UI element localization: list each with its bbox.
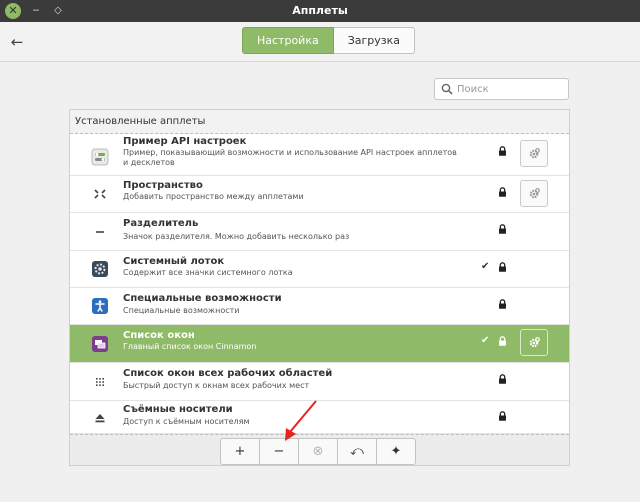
applet-name: Список окон [123,330,195,341]
toolbar-button-group: + − ⊗ ⤺ ✦ [220,438,416,465]
applet-row[interactable]: Список окон всех рабочих областей Быстрый… [70,363,569,401]
applet-name: Специальные возможности [123,293,282,304]
applet-description: Значок разделителя. Можно добавить неско… [123,232,350,241]
applet-row[interactable]: Пространство Добавить пространство между … [70,176,569,213]
add-button[interactable]: + [220,438,260,465]
applet-description: Содержит все значки системного лотка [123,268,293,277]
search-input[interactable] [457,81,565,97]
applet-description: Добавить пространство между апплетами [123,192,304,201]
applet-list: Пример API настроек Пример, показывающий … [70,134,569,434]
lock-icon [499,146,506,156]
applet-name: Пространство [123,180,203,191]
workspace-window-list-icon [96,378,104,386]
applet-row[interactable]: Разделитель Значок разделителя. Можно доб… [70,213,569,251]
lock-icon [499,262,506,272]
section-title: Установленные апплеты [70,110,569,134]
tab-bar: Настройка Загрузка [242,27,416,54]
applet-name: Системный лоток [123,256,225,267]
eject-icon [95,414,105,423]
gear-icon [529,148,540,159]
applet-row[interactable]: Специальные возможности Специальные возмо… [70,288,569,325]
gear-icon [529,188,540,199]
list-toolbar: + − ⊗ ⤺ ✦ [70,434,569,465]
applet-row[interactable]: Список окон Главный список окон Cinnamon ✔ [70,325,569,363]
applets-panel: Установленные апплеты Пример API настрое… [69,109,570,466]
configure-button[interactable] [520,180,548,207]
lock-icon [499,187,506,197]
accessibility-icon [92,298,108,314]
window-title: Апплеты [292,4,348,17]
applet-row[interactable]: Пример API настроек Пример, показывающий … [70,134,569,176]
applet-name: Разделитель [123,218,199,229]
applet-description: Доступ к съёмным носителям [123,417,250,426]
more-button[interactable]: ✦ [376,438,416,465]
gear-icon [529,337,540,348]
window-titlebar: ✕ ‒ ◇ Апплеты [0,0,640,22]
lock-icon [499,411,506,421]
remove-button[interactable]: − [259,438,299,465]
header-bar: ← Настройка Загрузка [0,22,640,62]
lock-icon [499,374,506,384]
separator-icon [96,231,104,233]
applet-name: Список окон всех рабочих областей [123,368,333,379]
window-list-icon [92,336,108,352]
configure-button[interactable] [520,329,548,356]
uninstall-button[interactable]: ⊗ [298,438,338,465]
applet-row[interactable]: Съёмные носители Доступ к съёмным носител… [70,401,569,434]
applet-name: Пример API настроек [123,136,247,147]
spacer-icon [94,189,106,199]
lock-icon [499,336,506,346]
applet-row[interactable]: Системный лоток Содержит все значки систе… [70,251,569,288]
lock-icon [499,224,506,234]
configure-button[interactable] [520,140,548,167]
settings-example-icon [91,148,109,166]
systray-icon [92,261,108,277]
applet-description: Специальные возможности [123,306,240,315]
search-box[interactable] [434,78,569,100]
tab-download[interactable]: Загрузка [333,27,416,54]
enabled-check-icon: ✔ [481,335,490,346]
enabled-check-icon: ✔ [481,261,490,272]
applet-name: Съёмные носители [123,404,233,415]
lock-icon [499,299,506,309]
applet-description: Пример, показывающий возможности и испол… [123,148,457,167]
back-arrow-icon[interactable]: ← [6,31,28,53]
tab-settings[interactable]: Настройка [242,27,334,54]
applet-description: Главный список окон Cinnamon [123,342,257,351]
restore-button[interactable]: ⤺ [337,438,377,465]
search-icon [441,83,453,95]
applet-description: Быстрый доступ к окнам всех рабочих мест [123,381,310,390]
